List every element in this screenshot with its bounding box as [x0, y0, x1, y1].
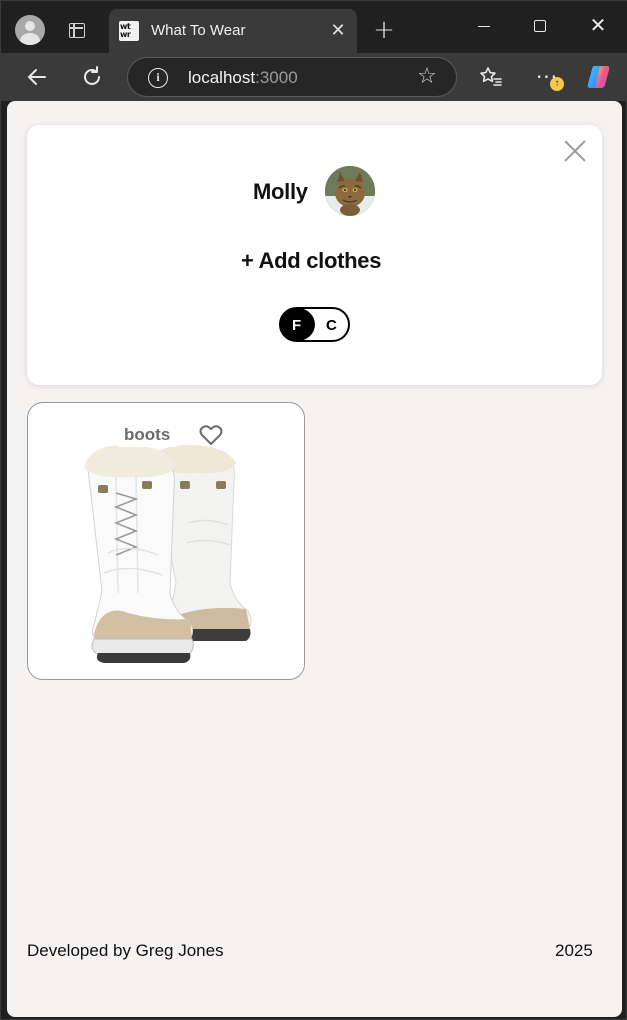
site-favicon-icon: wt wr — [119, 21, 139, 41]
window-minimize-icon[interactable] — [469, 11, 499, 41]
user-name: Molly — [253, 179, 308, 204]
favorites-icon[interactable] — [475, 61, 507, 93]
clothing-item-card[interactable]: boots — [27, 402, 305, 680]
tab-actions-icon[interactable] — [61, 15, 93, 47]
window-maximize-icon[interactable] — [525, 11, 555, 41]
new-tab-icon[interactable]: + — [369, 15, 399, 45]
update-badge-icon: ↑ — [550, 77, 564, 91]
user-avatar[interactable] — [325, 166, 375, 216]
profile-head-shape — [25, 21, 35, 31]
unit-f-label: F — [292, 317, 302, 334]
footer-credit: Developed by Greg Jones — [27, 941, 224, 960]
heart-icon[interactable] — [198, 423, 224, 447]
boots-image — [58, 433, 278, 669]
url-text[interactable]: localhost:3000 — [188, 68, 298, 88]
reload-icon[interactable] — [76, 61, 108, 93]
tab-close-icon[interactable]: ✕ — [327, 19, 349, 41]
back-arrow-icon[interactable] — [21, 61, 53, 93]
footer-year: 2025 — [555, 941, 593, 960]
browser-window: wt wr What To Wear ✕ + ✕ i localhost:300… — [0, 0, 627, 1020]
window-close-icon[interactable]: ✕ — [583, 11, 613, 41]
add-favorite-star-icon[interactable]: ☆ — [412, 62, 442, 92]
close-icon[interactable] — [563, 139, 587, 163]
browser-profile-icon[interactable] — [15, 15, 45, 45]
tab-strip: wt wr What To Wear ✕ + ✕ — [1, 1, 627, 53]
browser-toolbar: i localhost:3000 ☆ ··· — [1, 53, 627, 101]
tab-what-to-wear[interactable]: wt wr What To Wear ✕ — [109, 9, 357, 53]
unit-c-label: C — [326, 317, 337, 334]
profile-body-shape — [20, 33, 40, 45]
profile-card: Molly + Add clothes F C — [27, 125, 602, 385]
tab-actions-glyph — [69, 23, 85, 38]
temperature-unit-toggle[interactable]: F C — [279, 307, 350, 342]
site-info-icon[interactable]: i — [148, 68, 168, 88]
add-clothes-button[interactable]: + Add clothes — [241, 248, 381, 274]
address-bar[interactable]: i localhost:3000 ☆ — [127, 57, 457, 97]
item-name: boots — [116, 425, 179, 447]
copilot-icon[interactable] — [585, 63, 613, 91]
page-viewport: Molly + Add clothes F C boots Developed … — [7, 101, 622, 1017]
tab-title: What To Wear — [151, 22, 246, 39]
